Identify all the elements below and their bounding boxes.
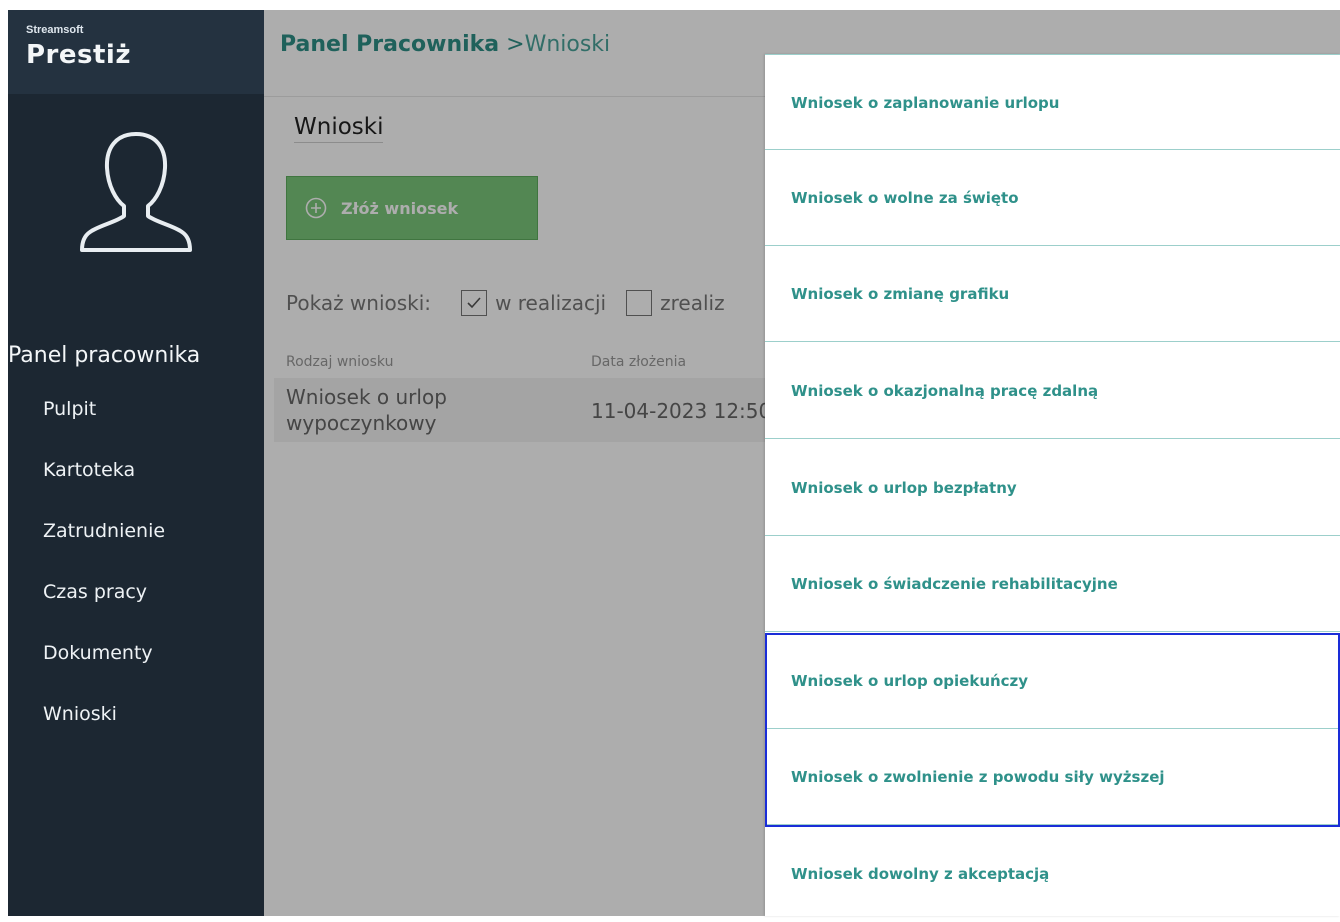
menu-option-care-leave[interactable]: Wniosek o urlop opiekuńczy [765, 633, 1340, 729]
menu-option-label: Wniosek o zwolnienie z powodu siły wyższ… [791, 768, 1165, 786]
logo[interactable]: Streamsoft Prestiż [8, 10, 264, 94]
menu-option-remote-work[interactable]: Wniosek o okazjonalną pracę zdalną [765, 343, 1340, 439]
menu-option-force-majeure[interactable]: Wniosek o zwolnienie z powodu siły wyższ… [765, 729, 1340, 825]
sidebar-item-dokumenty[interactable]: Dokumenty [43, 642, 165, 703]
user-avatar-icon [80, 132, 192, 252]
menu-option-label: Wniosek o zaplanowanie urlopu [791, 94, 1060, 112]
logo-small-text: Streamsoft [26, 24, 84, 36]
sidebar-item-pulpit[interactable]: Pulpit [43, 398, 165, 459]
menu-option-label: Wniosek o świadczenie rehabilitacyjne [791, 575, 1118, 593]
sidebar-item-wnioski[interactable]: Wnioski [43, 703, 165, 764]
menu-option-rehabilitation[interactable]: Wniosek o świadczenie rehabilitacyjne [765, 536, 1340, 632]
menu-option-unpaid-leave[interactable]: Wniosek o urlop bezpłatny [765, 440, 1340, 536]
sidebar-title: Panel pracownika [8, 343, 201, 368]
sidebar: Streamsoft Prestiż Panel pracownika Pulp… [8, 10, 264, 916]
menu-option-custom-request[interactable]: Wniosek dowolny z akceptacją [765, 826, 1340, 922]
logo-big-text: Prestiż [26, 40, 131, 70]
menu-option-label: Wniosek o urlop opiekuńczy [791, 672, 1029, 690]
menu-option-label: Wniosek o zmianę grafiku [791, 285, 1010, 303]
sidebar-nav: Pulpit Kartoteka Zatrudnienie Czas pracy… [43, 398, 165, 764]
menu-option-vacation-plan[interactable]: Wniosek o zaplanowanie urlopu [765, 54, 1340, 150]
sidebar-item-czas-pracy[interactable]: Czas pracy [43, 581, 165, 642]
menu-option-label: Wniosek dowolny z akceptacją [791, 865, 1050, 883]
menu-option-label: Wniosek o okazjonalną pracę zdalną [791, 382, 1099, 400]
sidebar-item-zatrudnienie[interactable]: Zatrudnienie [43, 520, 165, 581]
menu-option-label: Wniosek o urlop bezpłatny [791, 479, 1017, 497]
request-type-menu: Wniosek o zaplanowanie urlopu Wniosek o … [765, 54, 1340, 916]
sidebar-item-kartoteka[interactable]: Kartoteka [43, 459, 165, 520]
menu-option-holiday-off[interactable]: Wniosek o wolne za święto [765, 150, 1340, 246]
menu-option-label: Wniosek o wolne za święto [791, 189, 1019, 207]
menu-option-schedule-change[interactable]: Wniosek o zmianę grafiku [765, 246, 1340, 342]
